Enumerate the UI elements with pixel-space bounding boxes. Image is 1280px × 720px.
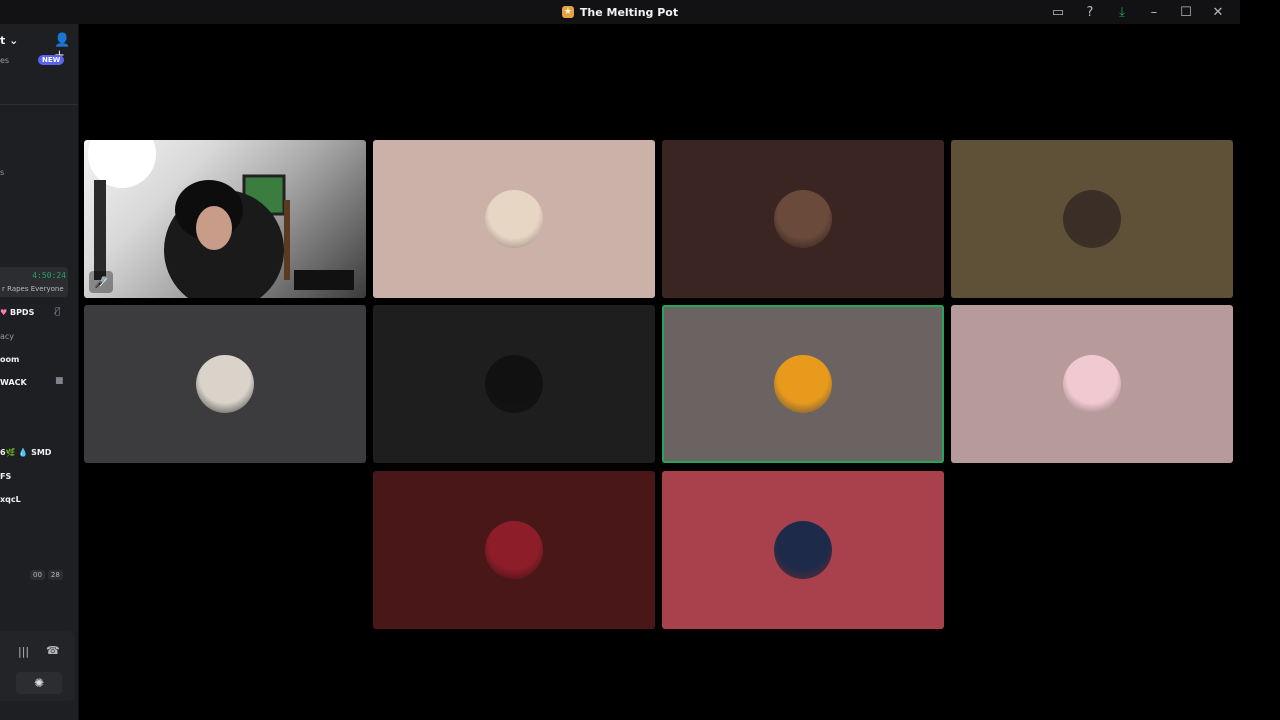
channel-label-2[interactable]: s: [0, 168, 4, 177]
right-edge: [1240, 0, 1280, 720]
download-icon[interactable]: ⤓: [1106, 0, 1138, 24]
soundboard-icon[interactable]: |||: [18, 645, 29, 658]
maximize-icon[interactable]: ☐: [1170, 0, 1202, 24]
voice-connection-panel: ||| ☎ ✺: [0, 631, 74, 701]
server-icon: ★: [561, 6, 574, 18]
avatar: [485, 355, 543, 413]
voice-member[interactable]: oom: [0, 355, 19, 364]
window-title: The Melting Pot: [579, 5, 679, 19]
window-controls: ▭ ? ⤓ – ☐ ✕: [1042, 0, 1234, 24]
voice-member[interactable]: 6🌿 💧 SMD: [0, 448, 51, 457]
stream-stats: 00 28: [30, 570, 63, 580]
camera-tile[interactable]: 🎤̸: [84, 140, 366, 298]
mic-muted-icon: 🎙̸: [55, 307, 61, 317]
activity-timer: 4:50:24: [32, 271, 66, 280]
stat-pill: 28: [47, 570, 63, 580]
participant-tile[interactable]: [373, 140, 655, 298]
avatar: [485, 190, 543, 248]
inbox-icon[interactable]: ▭: [1042, 0, 1074, 24]
channel-sidebar: t ⌄ 👤+ es NEW s 4:50:24 r Rapes Everyone…: [0, 24, 79, 720]
avatar: [485, 521, 543, 579]
avatar: [774, 190, 832, 248]
participant-tile[interactable]: [373, 305, 655, 463]
avatar: [1063, 190, 1121, 248]
stat-pill: 00: [30, 570, 45, 580]
divider: [0, 104, 78, 105]
participant-tile[interactable]: [662, 471, 944, 629]
activity-status: r Rapes Everyone: [2, 285, 64, 293]
voice-member[interactable]: ♥ BPDS: [0, 308, 34, 317]
voice-member[interactable]: acy: [0, 332, 14, 341]
participant-tile[interactable]: [373, 471, 655, 629]
new-badge: NEW: [38, 55, 65, 65]
avatar: [774, 521, 832, 579]
participant-tile[interactable]: [951, 305, 1233, 463]
activity-icon[interactable]: ✺: [16, 672, 62, 694]
server-name[interactable]: t ⌄: [0, 34, 18, 47]
participant-tile[interactable]: [951, 140, 1233, 298]
participant-tile[interactable]: [84, 305, 366, 463]
participant-tile[interactable]: [662, 140, 944, 298]
title-bar: ★ The Melting Pot ▭ ? ⤓ – ☐ ✕: [0, 0, 1240, 24]
minimize-icon[interactable]: –: [1138, 0, 1170, 24]
voice-member[interactable]: FS: [0, 472, 11, 481]
participant-tile[interactable]: [662, 305, 944, 463]
mic-muted-icon: 🎤̸: [89, 271, 113, 293]
live-activity[interactable]: 4:50:24 r Rapes Everyone: [0, 267, 68, 297]
server-header[interactable]: t ⌄ 👤+: [0, 32, 78, 63]
avatar: [1063, 355, 1121, 413]
avatar: [196, 355, 254, 413]
help-icon[interactable]: ?: [1074, 0, 1106, 24]
disconnect-icon[interactable]: ☎: [46, 644, 60, 657]
webcam-feed: [88, 140, 354, 298]
window-title-group: ★ The Melting Pot: [561, 5, 679, 19]
avatar: [774, 355, 832, 413]
close-icon[interactable]: ✕: [1202, 0, 1234, 24]
voice-member[interactable]: WACK: [0, 378, 27, 387]
voice-member[interactable]: xqcL: [0, 495, 21, 504]
channel-label[interactable]: es: [0, 56, 9, 65]
camera-icon: ■: [55, 376, 64, 386]
